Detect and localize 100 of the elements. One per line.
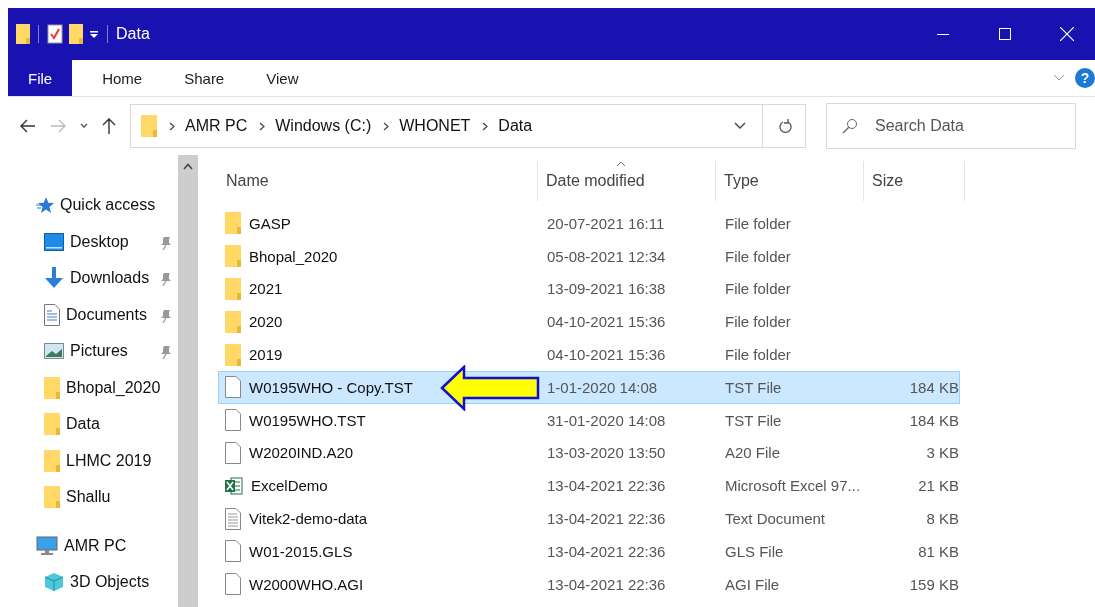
- nav-item[interactable]: Documents: [8, 296, 178, 333]
- up-icon[interactable]: [102, 118, 116, 134]
- file-type: File folder: [725, 280, 791, 298]
- file-name: GASP: [249, 214, 291, 232]
- recent-locations-icon[interactable]: [80, 123, 88, 129]
- refresh-icon[interactable]: [779, 118, 793, 134]
- file-type: File folder: [725, 247, 791, 265]
- file-type: Text Document: [725, 510, 826, 528]
- ribbon-tab[interactable]: File: [8, 60, 73, 96]
- file-name: W0195WHO.TST: [249, 411, 366, 429]
- pin-icon[interactable]: [160, 345, 172, 359]
- nav-item[interactable]: Pictures: [8, 333, 178, 370]
- chevron-icon[interactable]: [383, 121, 390, 131]
- file-icon: [225, 540, 241, 563]
- file-row[interactable]: W01-2015.GLS 13-04-2021 22:36 GLS File 81 KB: [218, 534, 960, 568]
- breadcrumb[interactable]: AMR PC: [185, 117, 248, 135]
- text-file-icon: [225, 507, 241, 530]
- folder-icon: [44, 486, 60, 509]
- file-name: W0195WHO - Copy.TST: [249, 378, 413, 396]
- date-modified: 13-04-2021 22:36: [547, 542, 666, 560]
- nav-item[interactable]: Bhopal_2020: [8, 369, 178, 406]
- pin-icon[interactable]: [160, 235, 172, 250]
- pin-icon[interactable]: [160, 272, 172, 286]
- desktop-icon: [44, 232, 64, 251]
- file-name: W01-2015.GLS: [249, 542, 353, 560]
- scrollbar[interactable]: [178, 155, 198, 607]
- breadcrumb[interactable]: WHONET: [399, 117, 471, 135]
- computer-icon: [36, 535, 58, 556]
- file-row[interactable]: Vitek2-demo-data 13-04-2021 22:36 Text Document 8 KB: [218, 502, 960, 535]
- pin-icon[interactable]: [160, 308, 172, 323]
- column-header[interactable]: Name: [218, 161, 538, 201]
- maximize-icon[interactable]: [999, 28, 1011, 40]
- cube-icon: [44, 572, 64, 593]
- scroll-up-icon[interactable]: [183, 163, 193, 170]
- nav-item[interactable]: Downloads: [8, 260, 178, 297]
- file-type: File folder: [725, 214, 791, 232]
- date-modified: 04-10-2021 15:36: [547, 346, 666, 364]
- date-modified: 20-07-2021 16:11: [547, 214, 665, 232]
- folder-icon: [44, 376, 60, 399]
- close-icon[interactable]: [1060, 27, 1074, 41]
- nav-item[interactable]: Quick access: [8, 187, 178, 224]
- file-name: W2020IND.A20: [249, 444, 354, 462]
- breadcrumb[interactable]: Data: [498, 117, 533, 135]
- column-header[interactable]: Type: [716, 161, 864, 201]
- dropdown-icon[interactable]: [89, 29, 99, 39]
- file-row[interactable]: W2000WHO.AGI 13-04-2021 22:36 AGI File 159 KB: [218, 567, 960, 601]
- nav-item[interactable]: Shallu: [8, 479, 178, 516]
- date-modified: 13-04-2021 22:36: [547, 477, 666, 495]
- column-header[interactable]: Date modified: [538, 161, 716, 201]
- download-icon: [44, 267, 64, 290]
- file-row[interactable]: W0195WHO.TST 31-01-2020 14:08 TST File 184 KB: [218, 403, 960, 437]
- folder-icon: [44, 449, 60, 472]
- file-row[interactable]: 2021 13-09-2021 16:38 File folder: [218, 272, 960, 306]
- file-row[interactable]: GASP 20-07-2021 16:11 File folder: [218, 207, 960, 240]
- file-name: 2021: [249, 280, 283, 298]
- star-icon: [36, 196, 54, 215]
- file-row[interactable]: ExcelDemo 13-04-2021 22:36 Microsoft Excel 97... 21 KB: [218, 469, 960, 503]
- file-icon: [225, 376, 241, 399]
- folder-icon: [225, 278, 241, 300]
- column-header[interactable]: Size: [864, 161, 965, 201]
- nav-item[interactable]: Data: [8, 406, 178, 443]
- file-row[interactable]: W0195WHO - Copy.TST 1-01-2020 14:08 TST File 184 KB: [218, 371, 960, 404]
- file-size: 81 KB: [918, 542, 959, 560]
- file-type: AGI File: [725, 575, 780, 593]
- file-size: 159 KB: [909, 575, 959, 593]
- folder-icon: [225, 310, 241, 333]
- breadcrumb[interactable]: Windows (C:): [275, 117, 372, 135]
- file-type: A20 File: [725, 444, 781, 462]
- folder-icon: [225, 212, 241, 235]
- address-bar[interactable]: AMR PC Windows (C:) WHONET Data: [130, 104, 806, 148]
- date-modified: 04-10-2021 15:36: [547, 313, 666, 331]
- chevron-icon[interactable]: [482, 121, 489, 131]
- expand-ribbon-icon[interactable]: [1053, 74, 1065, 82]
- chevron-icon[interactable]: [169, 121, 175, 131]
- file-row[interactable]: 2019 04-10-2021 15:36 File folder: [218, 338, 960, 371]
- chevron-icon[interactable]: [259, 121, 266, 131]
- file-row[interactable]: W2020IND.A20 13-03-2020 13:50 A20 File 3 KB: [218, 436, 960, 470]
- nav-item[interactable]: Desktop: [8, 223, 178, 260]
- file-row[interactable]: 2020 04-10-2021 15:36 File folder: [218, 305, 960, 339]
- nav-item[interactable]: LHMC 2019: [8, 442, 178, 479]
- folder-icon: [225, 245, 241, 268]
- dropdown-icon[interactable]: [734, 122, 746, 130]
- folder-icon: [225, 343, 241, 366]
- file-row[interactable]: Bhopal_2020 05-08-2021 12:34 File folder: [218, 239, 960, 273]
- file-size: 21 KB: [918, 477, 959, 495]
- nav-item[interactable]: AMR PC: [8, 527, 178, 564]
- folder-icon: [44, 413, 60, 436]
- back-icon[interactable]: [20, 119, 36, 133]
- file-type: Microsoft Excel 97...: [725, 477, 861, 495]
- sort-icon: [616, 161, 626, 167]
- date-modified: 1-01-2020 14:08: [547, 378, 658, 396]
- spreadsheet-icon: [225, 475, 243, 496]
- file-size: 184 KB: [909, 378, 959, 396]
- properties-icon[interactable]: [47, 24, 63, 44]
- nav-item[interactable]: 3D Objects: [8, 564, 178, 601]
- help-button[interactable]: ?: [1075, 68, 1095, 88]
- search-field[interactable]: Search Data: [826, 103, 1076, 149]
- folder-icon: [141, 115, 157, 137]
- file-type: File folder: [725, 313, 791, 331]
- pictures-icon: [44, 343, 64, 360]
